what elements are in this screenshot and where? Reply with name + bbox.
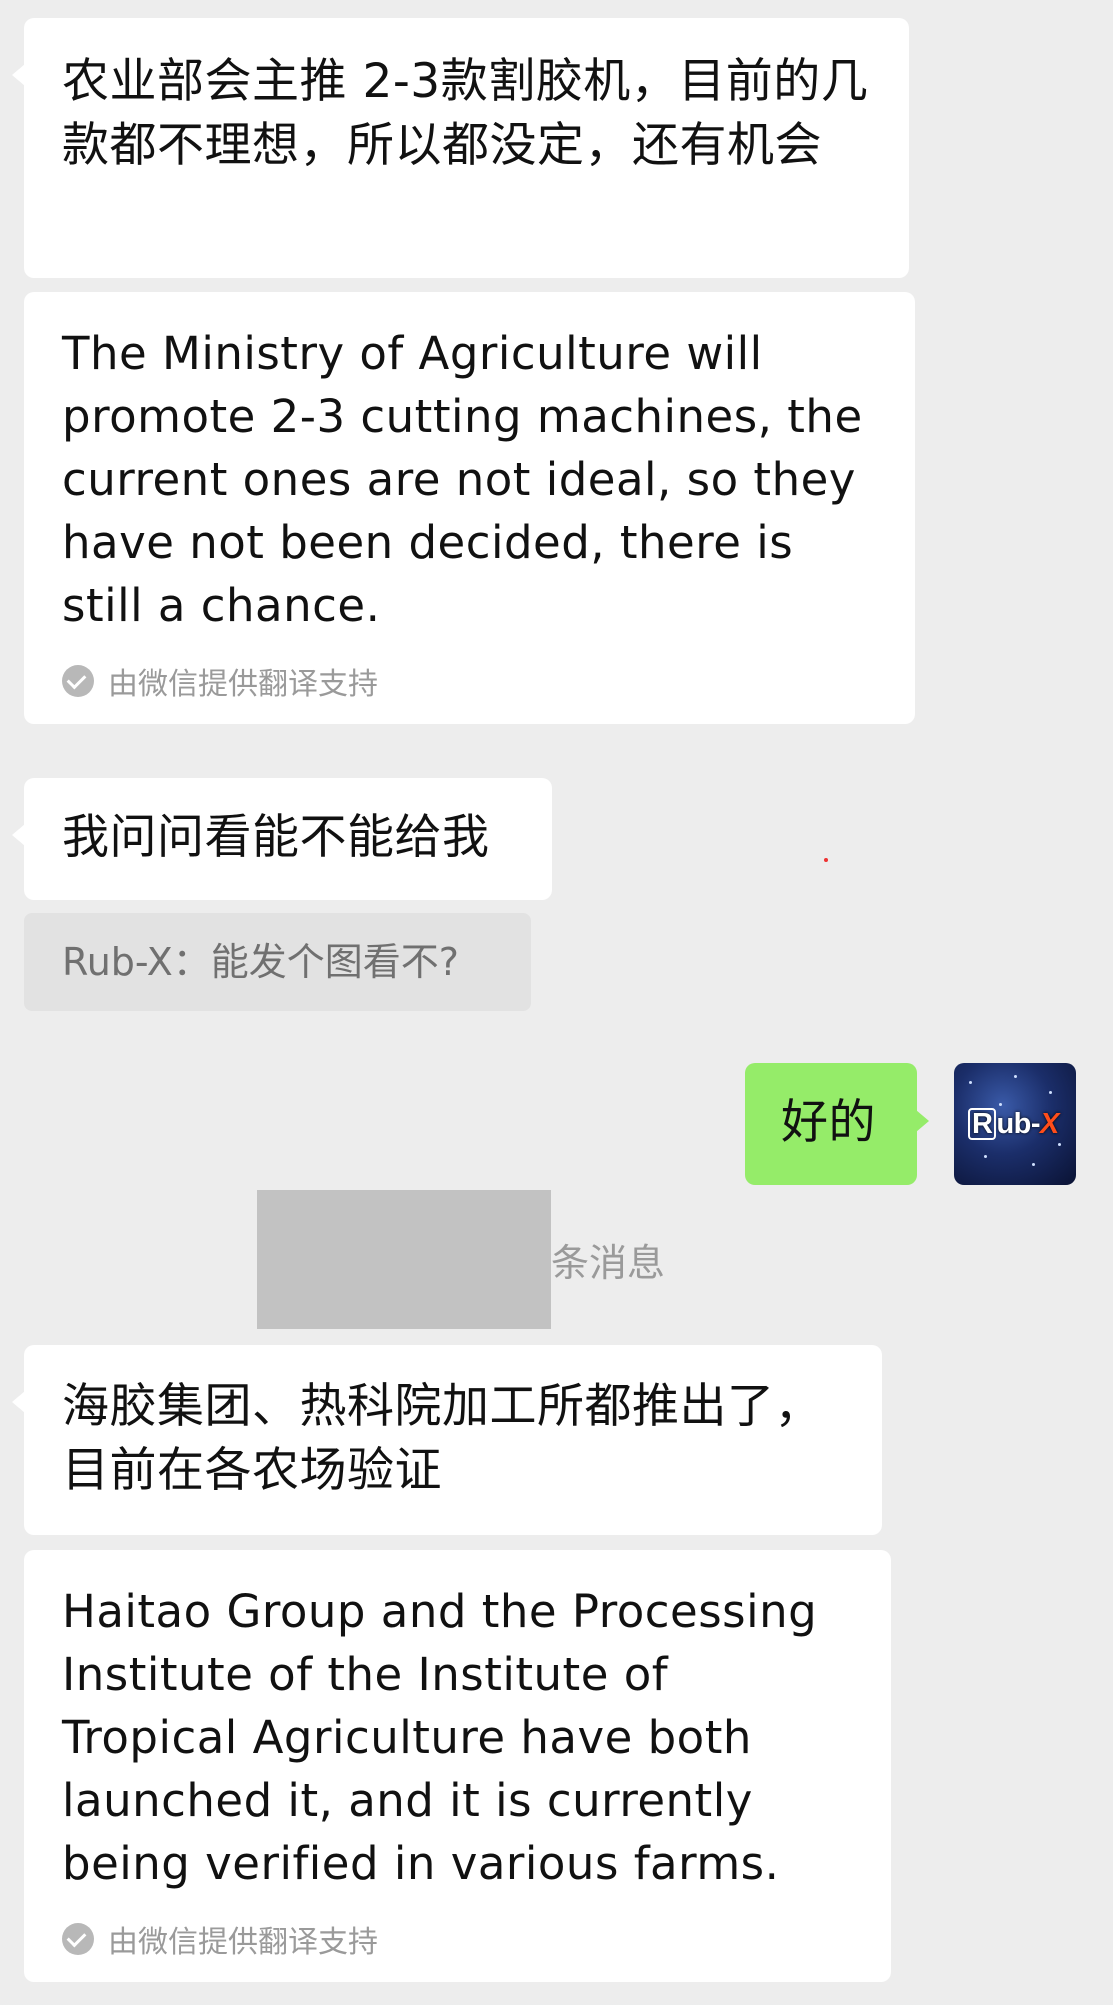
avatar-logo: Rub-X (968, 1108, 1059, 1141)
quoted-reply-text: Rub-X：能发个图看不? (62, 940, 459, 984)
incoming-message-bubble[interactable]: 海胶集团、热科院加工所都推出了，目前在各农场验证 (12, 1345, 882, 1535)
stray-dot (824, 858, 828, 862)
outgoing-message-bubble[interactable]: 好的 (745, 1063, 929, 1185)
translation-attribution: 由微信提供翻译支持 (62, 659, 881, 703)
message-text: 好的 (781, 1095, 876, 1150)
chat-area[interactable]: 农业部会主推 2-3款割胶机，目前的几款都不理想，所以都没定，还有机会 The … (0, 0, 1113, 2005)
translation-note-text: 由微信提供翻译支持 (108, 667, 378, 702)
user-avatar[interactable]: Rub-X (954, 1063, 1076, 1185)
translation-note-text: 由微信提供翻译支持 (108, 1925, 378, 1960)
redacted-region (257, 1190, 551, 1329)
check-circle-icon (62, 1923, 94, 1955)
translation-text: Haitao Group and the Processing Institut… (62, 1585, 818, 1890)
system-notice: 条消息 (551, 1232, 665, 1287)
system-notice-text: 条消息 (551, 1241, 666, 1285)
translation-bubble[interactable]: Haitao Group and the Processing Institut… (24, 1550, 891, 1982)
message-text: 海胶集团、热科院加工所都推出了，目前在各农场验证 (62, 1379, 822, 1498)
incoming-message-bubble[interactable]: 农业部会主推 2-3款割胶机，目前的几款都不理想，所以都没定，还有机会 (12, 18, 909, 278)
translation-bubble[interactable]: The Ministry of Agriculture will promote… (24, 292, 915, 724)
message-text: 农业部会主推 2-3款割胶机，目前的几款都不理想，所以都没定，还有机会 (62, 54, 869, 173)
message-text: 我问问看能不能给我 (62, 810, 490, 865)
translation-attribution: 由微信提供翻译支持 (62, 1917, 857, 1961)
quoted-reply[interactable]: Rub-X：能发个图看不? (24, 913, 531, 1011)
incoming-message-bubble[interactable]: 我问问看能不能给我 (12, 778, 552, 900)
translation-text: The Ministry of Agriculture will promote… (62, 327, 863, 632)
check-circle-icon (62, 665, 94, 697)
